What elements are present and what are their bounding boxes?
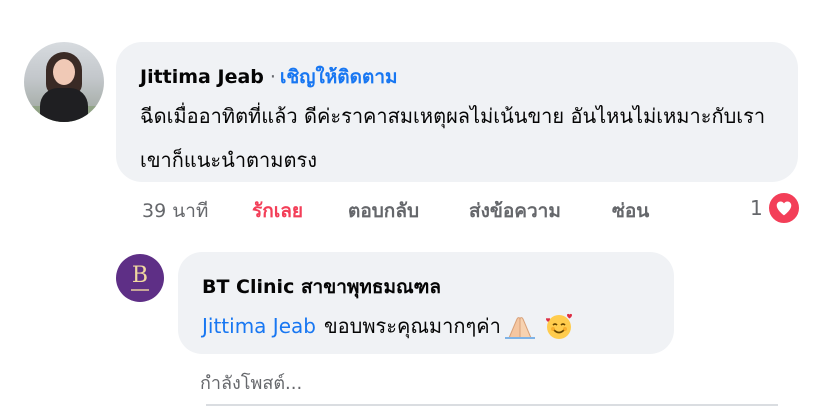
- love-reaction-button[interactable]: รักเลย: [252, 196, 303, 226]
- reply-author[interactable]: BT Clinic สาขาพุทธมณฑล: [202, 272, 441, 302]
- reaction-count: 1: [750, 196, 763, 220]
- page-avatar[interactable]: B: [116, 254, 164, 302]
- reaction-summary[interactable]: 1: [750, 191, 801, 225]
- smiling-face-with-hearts-icon: [545, 312, 573, 340]
- logo-underline: [131, 289, 149, 291]
- separator-dot: ·: [269, 66, 276, 88]
- commenter-avatar[interactable]: [24, 42, 104, 122]
- comment-timestamp[interactable]: 39 นาที: [142, 196, 208, 226]
- divider: [206, 404, 778, 406]
- reply-button[interactable]: ตอบกลับ: [348, 196, 419, 226]
- send-message-button[interactable]: ส่งข้อความ: [469, 196, 561, 226]
- folded-hands-icon: [503, 313, 537, 339]
- comment-bubble: Jittima Jeab · เชิญให้ติดตาม ฉีดเมื่ออาทิต…: [116, 42, 798, 182]
- hide-button[interactable]: ซ่อน: [612, 196, 649, 226]
- avatar-face: [53, 59, 75, 85]
- reply-bubble: BT Clinic สาขาพุทธมณฑล Jittima Jeab ขอบพ…: [178, 252, 674, 354]
- posting-status: กำลังโพสต์...: [200, 373, 303, 394]
- follow-link[interactable]: เชิญให้ติดตาม: [280, 66, 398, 88]
- comment-text: ฉีดเมื่ออาทิตที่แล้ว ดีค่ะราคาสมเหตุผลไม…: [140, 104, 766, 172]
- heart-icon: [766, 191, 801, 225]
- reply-text: ขอบพระคุณมากๆค่า: [323, 314, 501, 338]
- avatar-body: [40, 88, 88, 122]
- reply-text-line: Jittima Jeab ขอบพระคุณมากๆค่า: [202, 310, 573, 342]
- mention-link[interactable]: Jittima Jeab: [202, 314, 316, 338]
- comment-author[interactable]: Jittima Jeab: [140, 66, 264, 88]
- comment-header: Jittima Jeab · เชิญให้ติดตาม: [140, 62, 398, 92]
- page-logo: B: [131, 263, 149, 288]
